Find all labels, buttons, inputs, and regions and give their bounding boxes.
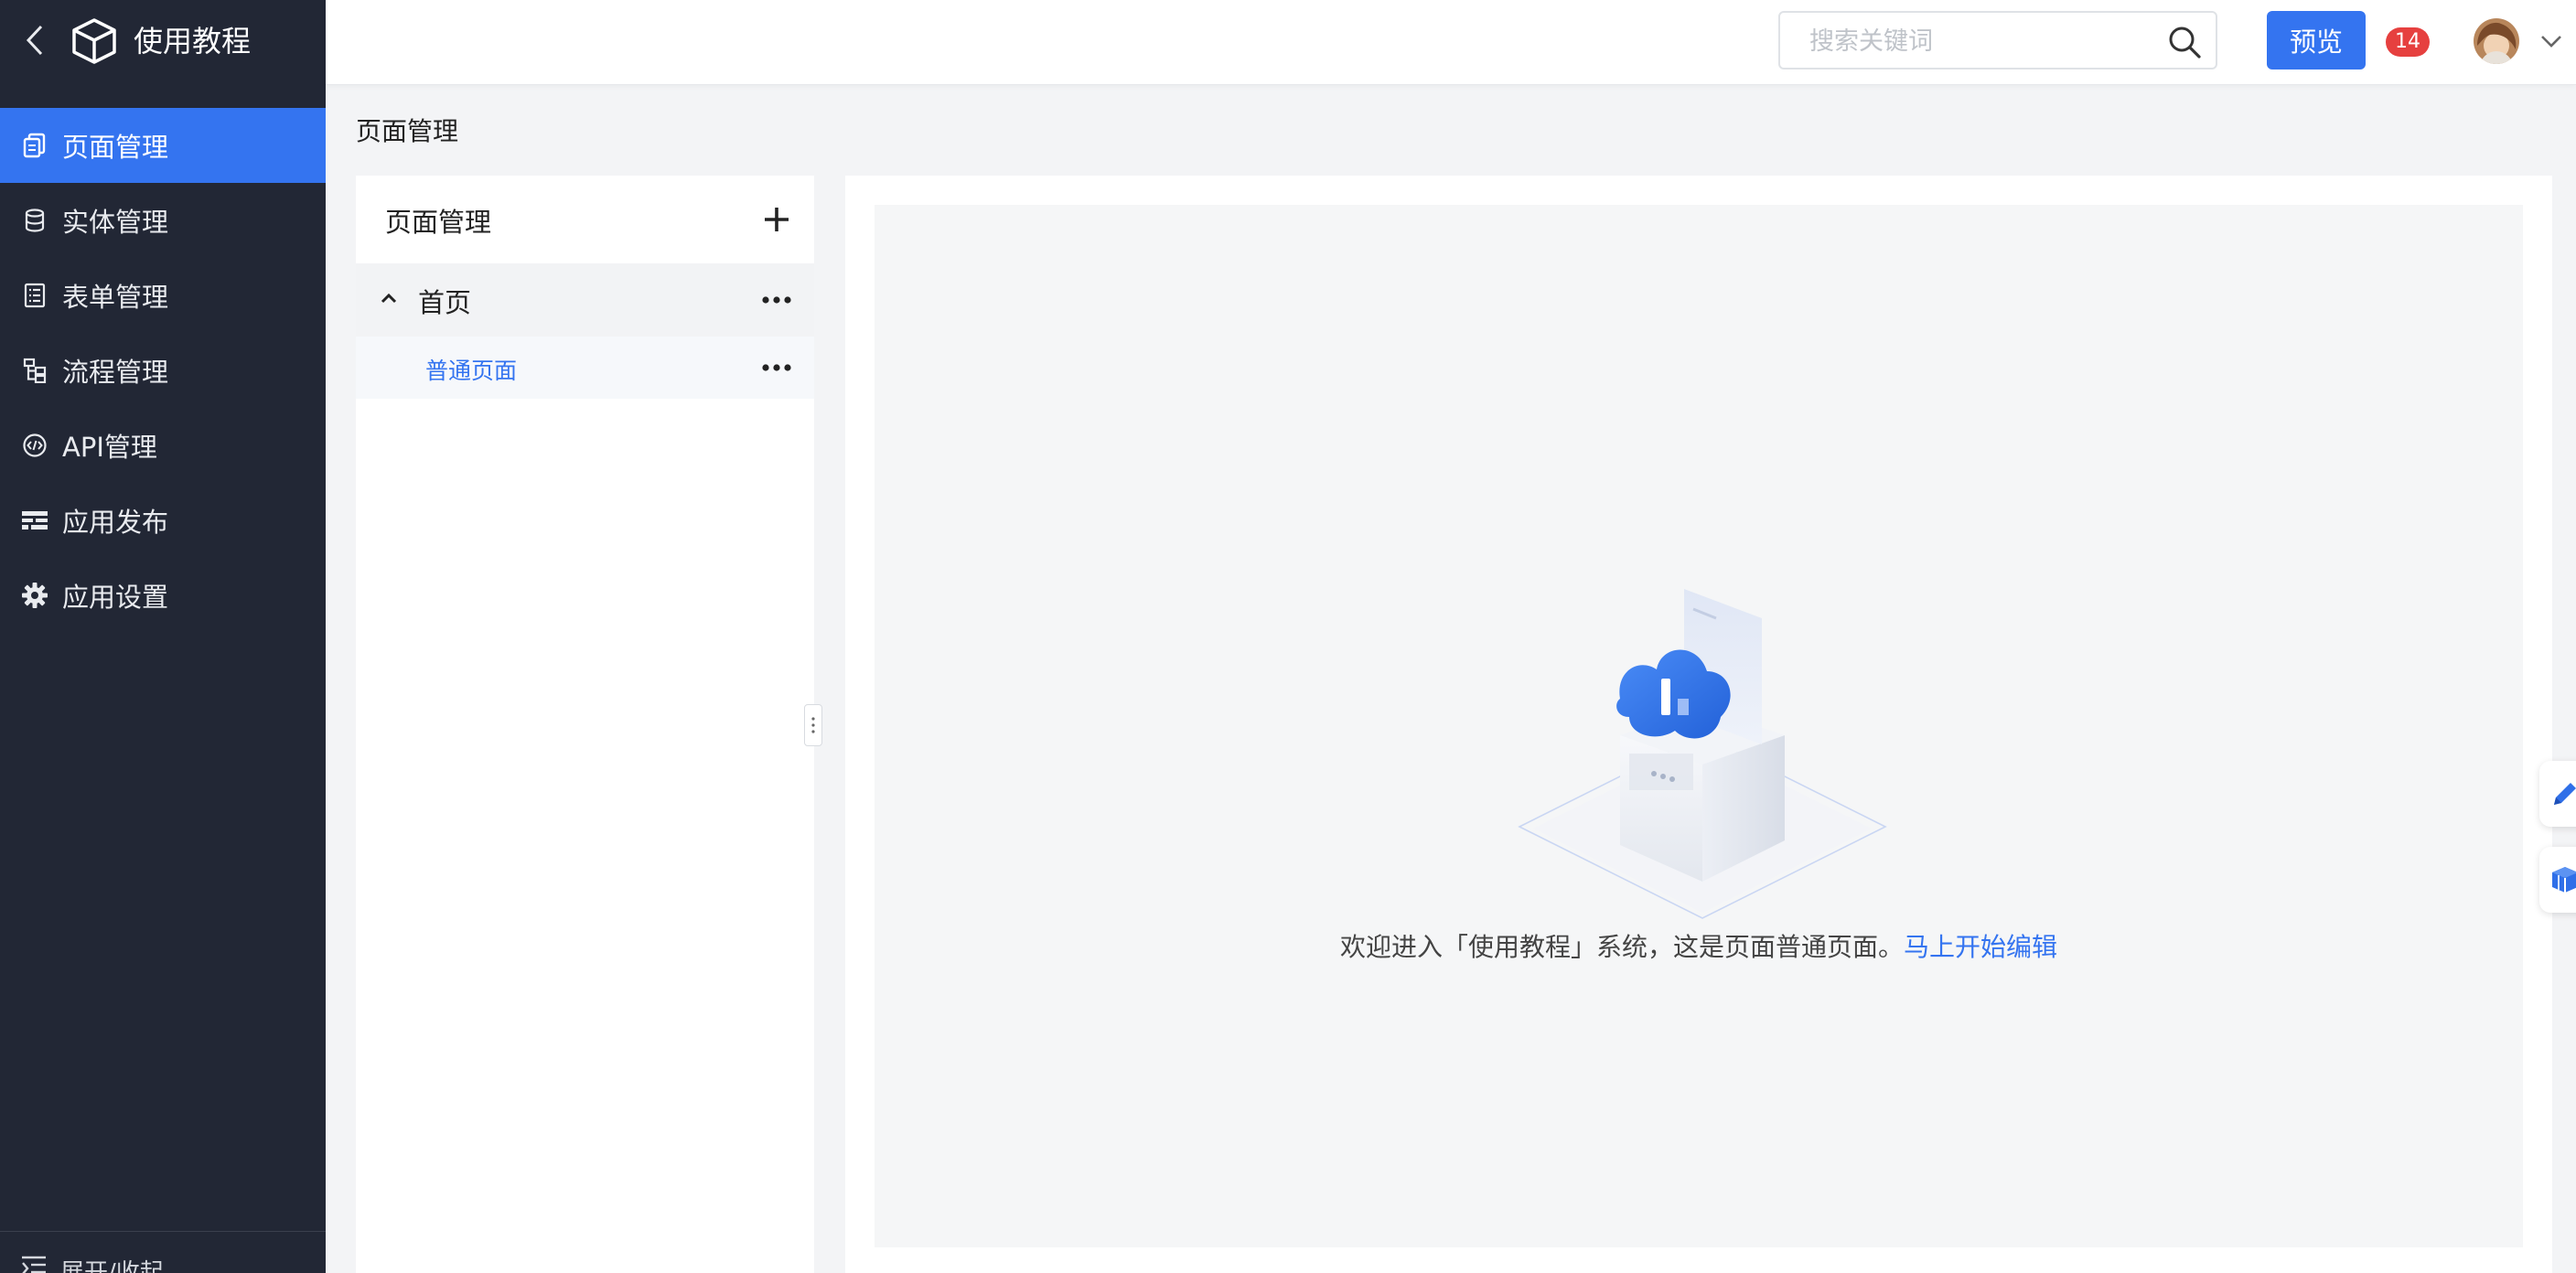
sidebar-item-api[interactable]: API管理 (0, 408, 326, 483)
sidebar-item-label: 表单管理 (62, 282, 169, 313)
sidebar-item-publish[interactable]: 应用发布 (0, 483, 326, 558)
component-box-icon (2552, 867, 2576, 893)
back-button[interactable] (16, 18, 53, 62)
indent-icon (22, 1256, 46, 1273)
chevron-left-icon (26, 25, 43, 56)
sidebar-item-flows[interactable]: 流程管理 (0, 333, 326, 408)
sidebar-item-label: API管理 (62, 432, 157, 463)
preview-button[interactable]: 预览 (2267, 11, 2366, 70)
user-avatar-icon (2474, 18, 2519, 64)
tree-node-label: 普通页面 (425, 358, 518, 384)
more-icon[interactable] (757, 289, 797, 311)
more-icon[interactable] (757, 357, 797, 379)
tree-title: 页面管理 (385, 207, 492, 238)
sidebar-item-entities[interactable]: 实体管理 (0, 183, 326, 258)
sidebar-item-label: 页面管理 (62, 132, 169, 163)
pencil-icon (2554, 783, 2576, 805)
cube-icon (72, 18, 116, 64)
sidebar-item-forms[interactable]: 表单管理 (0, 258, 326, 333)
page-tree-panel: 页面管理 首页 普通页面 (356, 176, 814, 1273)
page-canvas: 欢迎进入「使用教程」系统，这是页面普通页面。马上开始编辑 (875, 205, 2523, 1247)
top-header: 预览 14 (326, 0, 2576, 85)
app-title: 使用教程 (134, 24, 252, 59)
panel-resize-handle[interactable] (804, 704, 822, 746)
avatar[interactable] (2474, 18, 2519, 64)
sidebar-collapse-toggle[interactable]: 展开/收起 (0, 1231, 326, 1273)
add-icon[interactable] (760, 203, 793, 236)
sidebar-item-label: 应用发布 (62, 507, 169, 538)
chevron-up-icon[interactable] (378, 287, 400, 309)
sidebar-nav: 页面管理 实体管理 表单管理 流程管理 API管理 应用发布 应用设置 (0, 108, 326, 633)
sidebar-collapse-label: 展开/收起 (60, 1259, 164, 1273)
sidebar-item-label: 实体管理 (62, 207, 169, 238)
tree-node-label: 首页 (418, 287, 472, 318)
api-icon (20, 431, 49, 460)
flow-icon (20, 356, 49, 385)
notification-badge[interactable]: 14 (2386, 27, 2430, 57)
search-icon[interactable] (2166, 24, 2203, 60)
sidebar-item-label: 应用设置 (62, 582, 169, 613)
database-icon (20, 206, 49, 235)
start-edit-link[interactable]: 马上开始编辑 (1904, 932, 2057, 962)
sidebar: 使用教程 页面管理 实体管理 表单管理 流程管理 API管理 应用发布 应用设置… (0, 0, 326, 1273)
tree-node-normal-page[interactable]: 普通页面 (356, 337, 814, 399)
empty-state-illustration (1518, 589, 1887, 919)
main-content: 欢迎进入「使用教程」系统，这是页面普通页面。马上开始编辑 (845, 176, 2552, 1273)
drag-handle-icon (811, 717, 815, 733)
welcome-message: 欢迎进入「使用教程」系统，这是页面普通页面。马上开始编辑 (875, 927, 2523, 964)
sidebar-item-settings[interactable]: 应用设置 (0, 558, 326, 633)
tree-node-home[interactable]: 首页 (356, 263, 814, 337)
form-icon (20, 281, 49, 310)
tree-header: 页面管理 (356, 176, 814, 263)
search-box (1778, 11, 2217, 70)
pages-icon (20, 131, 49, 160)
welcome-text: 欢迎进入「使用教程」系统，这是页面普通页面。 (1339, 932, 1904, 962)
publish-icon (20, 506, 49, 535)
gear-icon (20, 581, 49, 610)
edit-tool-button[interactable] (2539, 761, 2576, 827)
chevron-down-icon[interactable] (2538, 27, 2565, 55)
sidebar-item-pages[interactable]: 页面管理 (0, 108, 326, 183)
component-tool-button[interactable] (2539, 847, 2576, 913)
search-input[interactable] (1808, 22, 2159, 60)
page-title: 页面管理 (356, 116, 459, 146)
sidebar-item-label: 流程管理 (62, 357, 169, 388)
